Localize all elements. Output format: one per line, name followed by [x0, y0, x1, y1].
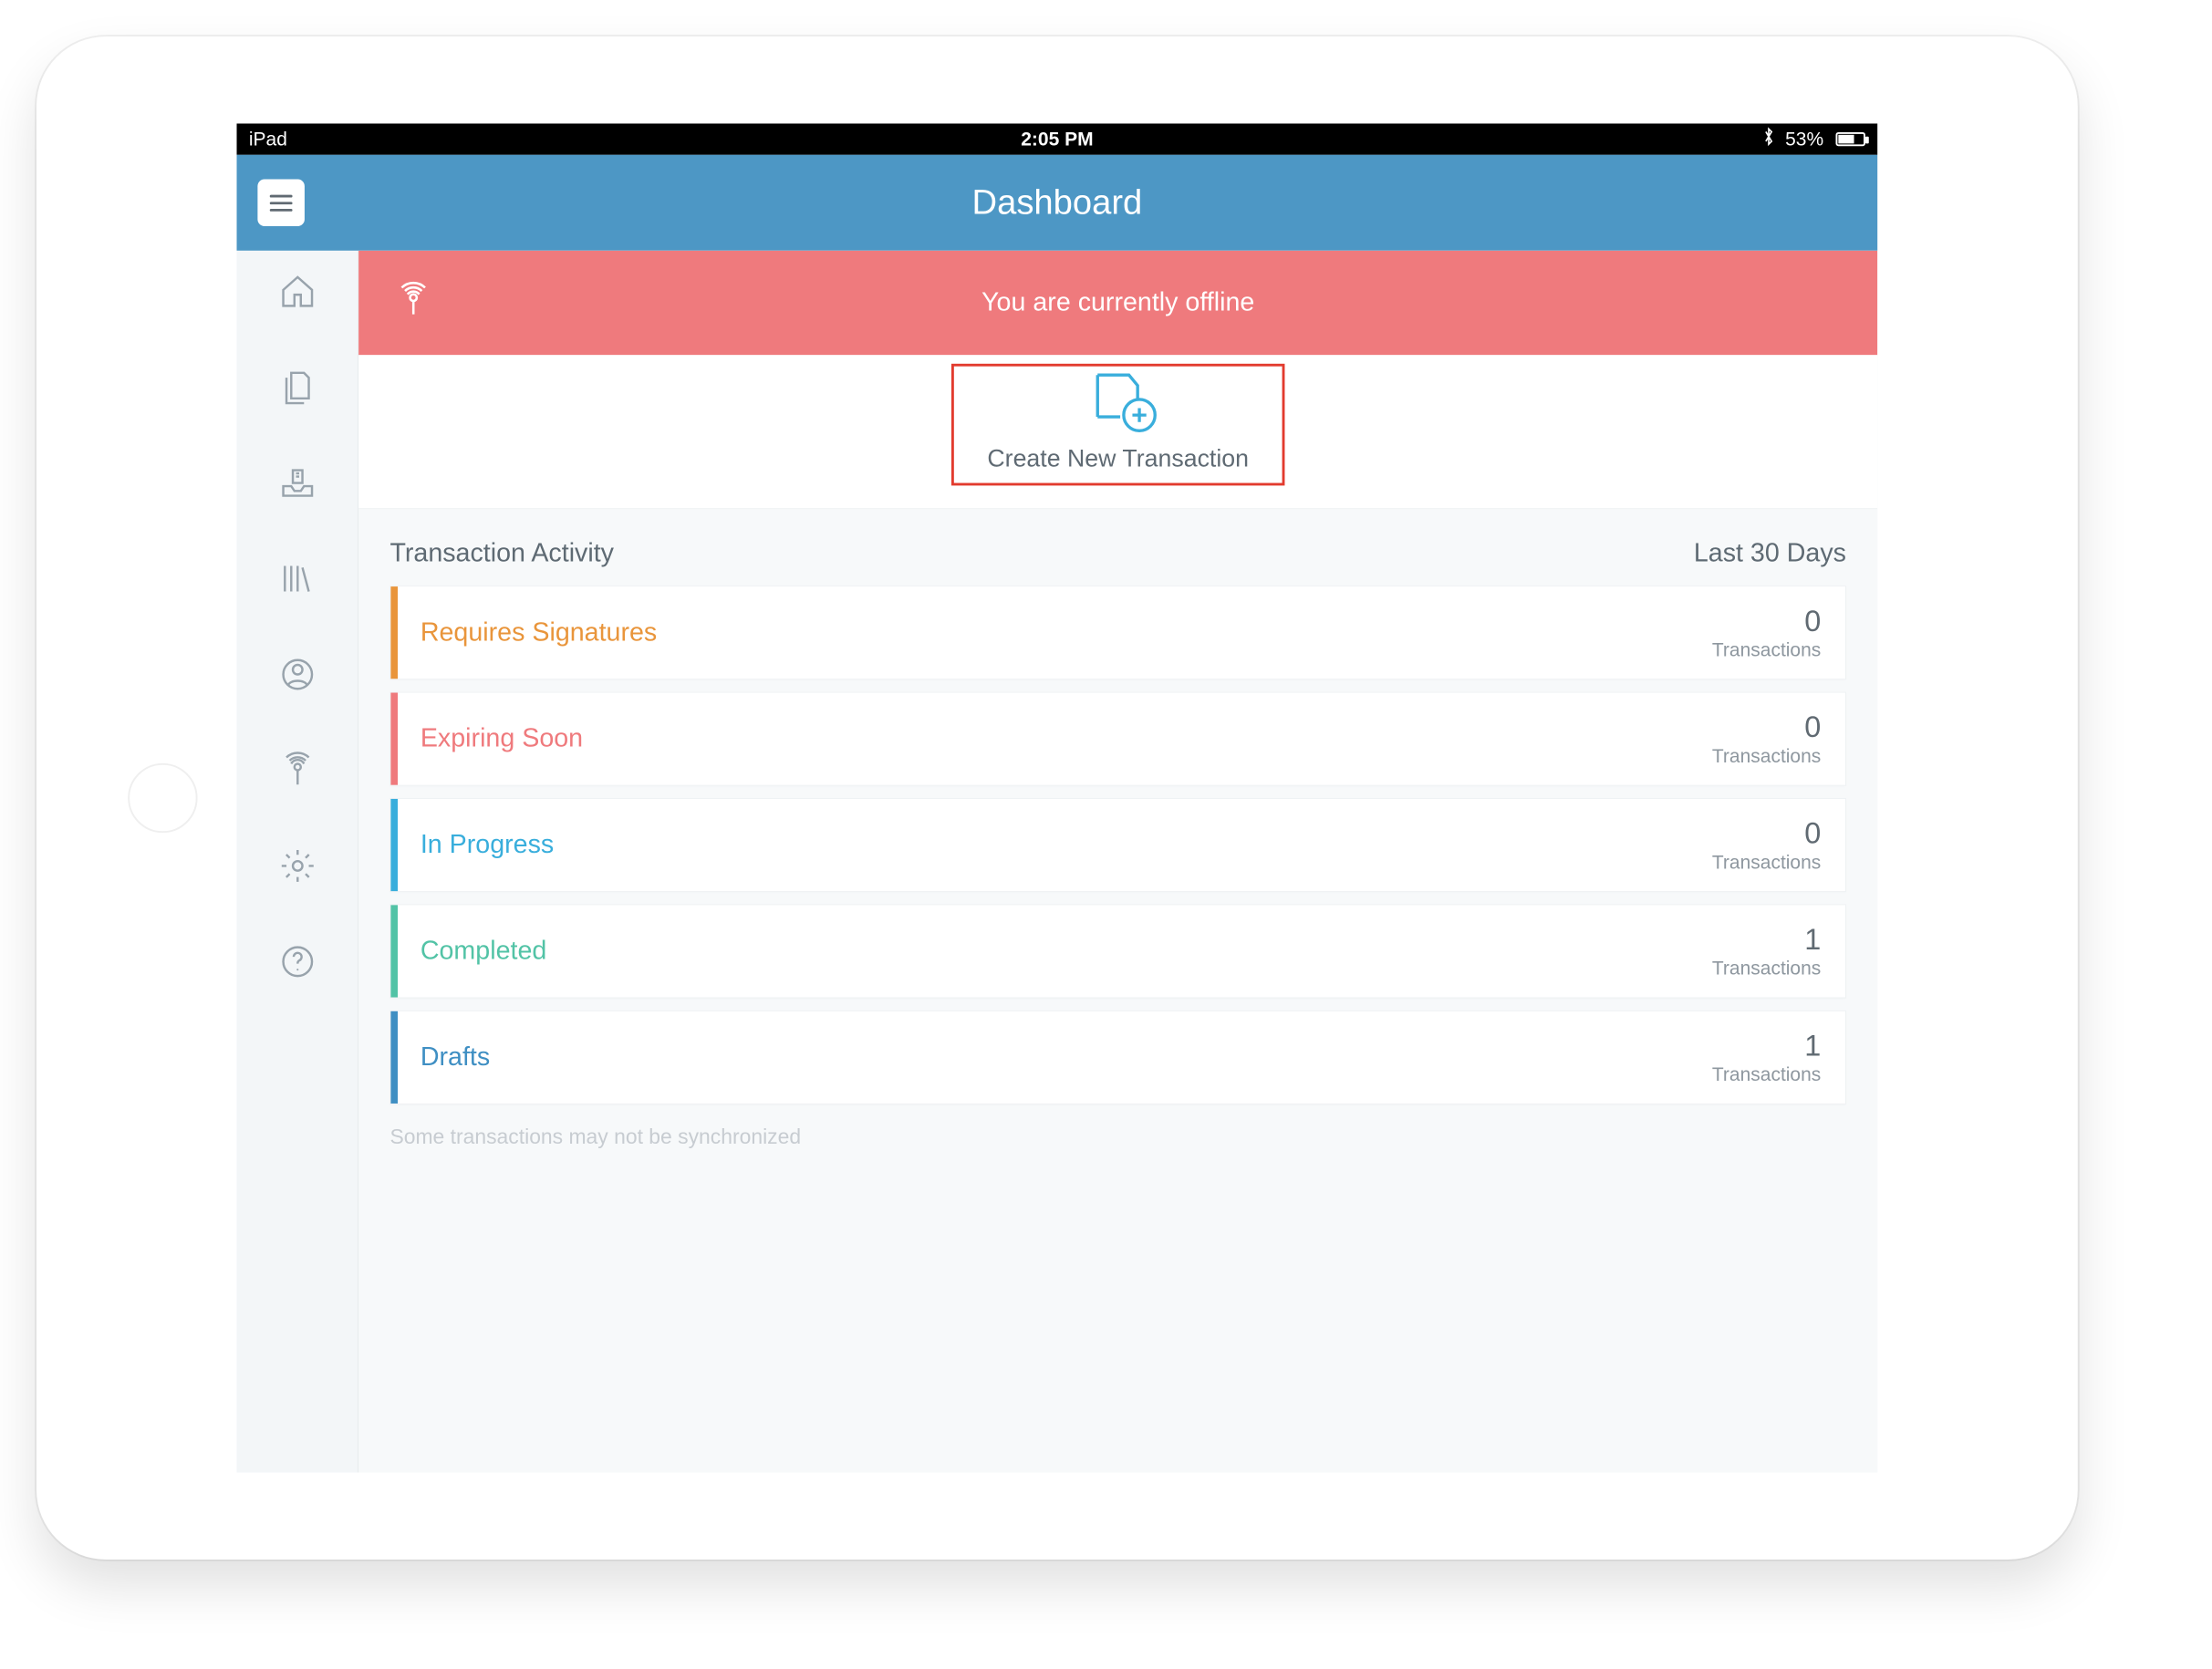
- app-header: Dashboard: [236, 155, 1877, 251]
- clock: 2:05 PM: [1021, 128, 1093, 150]
- card-title: In Progress: [421, 830, 554, 859]
- bluetooth-icon: [1760, 127, 1776, 151]
- antenna-icon: [278, 751, 317, 789]
- sidebar-item-library[interactable]: [275, 557, 319, 601]
- card-stripe: [390, 693, 398, 785]
- offline-banner: You are currently offline: [358, 251, 1877, 356]
- card-unit: Transactions: [1712, 744, 1821, 767]
- card-stripe: [390, 586, 398, 679]
- offline-icon: [393, 279, 433, 327]
- sidebar-item-settings[interactable]: [275, 845, 319, 888]
- screen: iPad 2:05 PM 53% Dashboard: [236, 123, 1877, 1472]
- card-unit: Transactions: [1712, 638, 1821, 661]
- sidebar: [236, 251, 358, 1473]
- documents-icon: [278, 368, 317, 407]
- card-count: 1: [1712, 923, 1821, 957]
- card-stripe: [390, 799, 398, 891]
- card-count: 0: [1712, 710, 1821, 744]
- sidebar-item-documents[interactable]: [275, 366, 319, 409]
- activity-card-drafts[interactable]: Drafts 1 Transactions: [389, 1011, 1846, 1104]
- status-bar: iPad 2:05 PM 53%: [236, 123, 1877, 154]
- card-title: Completed: [421, 937, 546, 966]
- sync-note: Some transactions may not be synchronize…: [389, 1125, 1846, 1150]
- offline-text: You are currently offline: [981, 288, 1254, 317]
- activity-title: Transaction Activity: [389, 539, 614, 568]
- create-area: Create New Transaction: [358, 355, 1877, 509]
- library-icon: [278, 560, 317, 598]
- card-count: 0: [1712, 605, 1821, 638]
- sidebar-item-profile[interactable]: [275, 653, 319, 697]
- create-transaction-button[interactable]: Create New Transaction: [951, 364, 1284, 486]
- sidebar-item-inbox[interactable]: [275, 461, 319, 505]
- create-transaction-icon: [1070, 373, 1166, 434]
- card-count: 0: [1712, 817, 1821, 851]
- main-content: You are currently offline: [358, 251, 1877, 1473]
- activity-cards: Requires Signatures 0 Transactions Expir…: [389, 586, 1846, 1104]
- help-icon: [278, 942, 317, 980]
- inbox-icon: [278, 464, 317, 503]
- card-title: Drafts: [421, 1042, 490, 1072]
- gear-icon: [278, 846, 317, 885]
- card-count: 1: [1712, 1029, 1821, 1063]
- card-title: Requires Signatures: [421, 617, 657, 647]
- sidebar-item-offline[interactable]: [275, 749, 319, 793]
- sidebar-item-help[interactable]: [275, 940, 319, 984]
- activity-card-completed[interactable]: Completed 1 Transactions: [389, 904, 1846, 998]
- device-home-button: [128, 763, 197, 833]
- menu-button[interactable]: [257, 180, 305, 227]
- activity-card-requires-signatures[interactable]: Requires Signatures 0 Transactions: [389, 586, 1846, 679]
- card-unit: Transactions: [1712, 1063, 1821, 1086]
- battery-pct: 53%: [1785, 128, 1823, 150]
- ipad-frame: iPad 2:05 PM 53% Dashboard: [36, 36, 2078, 1560]
- page-title: Dashboard: [972, 183, 1143, 223]
- battery-icon: [1836, 132, 1865, 146]
- create-transaction-label: Create New Transaction: [987, 445, 1249, 473]
- activity-card-in-progress[interactable]: In Progress 0 Transactions: [389, 798, 1846, 892]
- activity-range: Last 30 Days: [1694, 539, 1846, 568]
- card-stripe: [390, 905, 398, 997]
- card-unit: Transactions: [1712, 851, 1821, 874]
- card-stripe: [390, 1011, 398, 1104]
- sidebar-item-home[interactable]: [275, 270, 319, 314]
- activity-section: Transaction Activity Last 30 Days Requir…: [358, 509, 1877, 1149]
- activity-card-expiring-soon[interactable]: Expiring Soon 0 Transactions: [389, 692, 1846, 786]
- card-title: Expiring Soon: [421, 724, 583, 753]
- card-unit: Transactions: [1712, 957, 1821, 980]
- device-label: iPad: [249, 128, 287, 150]
- home-icon: [278, 273, 317, 311]
- profile-icon: [278, 655, 317, 693]
